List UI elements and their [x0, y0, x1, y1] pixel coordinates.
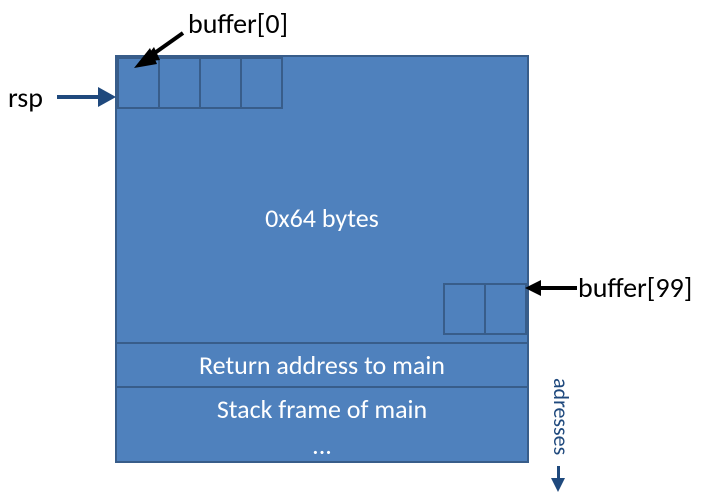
buffer-cell-99 — [484, 283, 527, 335]
buffer99-arrow-head — [525, 280, 541, 296]
buffer-size-label: 0x64 bytes — [117, 202, 527, 234]
buffer-cell-2 — [199, 57, 242, 109]
stack-frame-main-row: Stack frame of main — [117, 386, 527, 430]
stack-frame-box: 0x64 bytes Return address to main Stack … — [115, 55, 529, 463]
buffer-cell-3 — [240, 57, 283, 109]
ellipsis-row: ... — [117, 430, 527, 474]
buffer99-arrow-line — [541, 286, 577, 290]
addresses-arrow-head — [551, 478, 565, 492]
return-address-row: Return address to main — [117, 342, 527, 386]
buffer99-label: buffer[99] — [578, 270, 692, 305]
buffer0-label: buffer[0] — [188, 6, 288, 41]
buffer0-arrow — [120, 30, 200, 80]
rsp-arrow-line — [57, 95, 99, 99]
buffer-cell-98 — [443, 283, 486, 335]
addresses-label: adresses — [548, 378, 575, 455]
rsp-arrow-head — [98, 87, 116, 107]
rsp-label: rsp — [8, 80, 43, 115]
